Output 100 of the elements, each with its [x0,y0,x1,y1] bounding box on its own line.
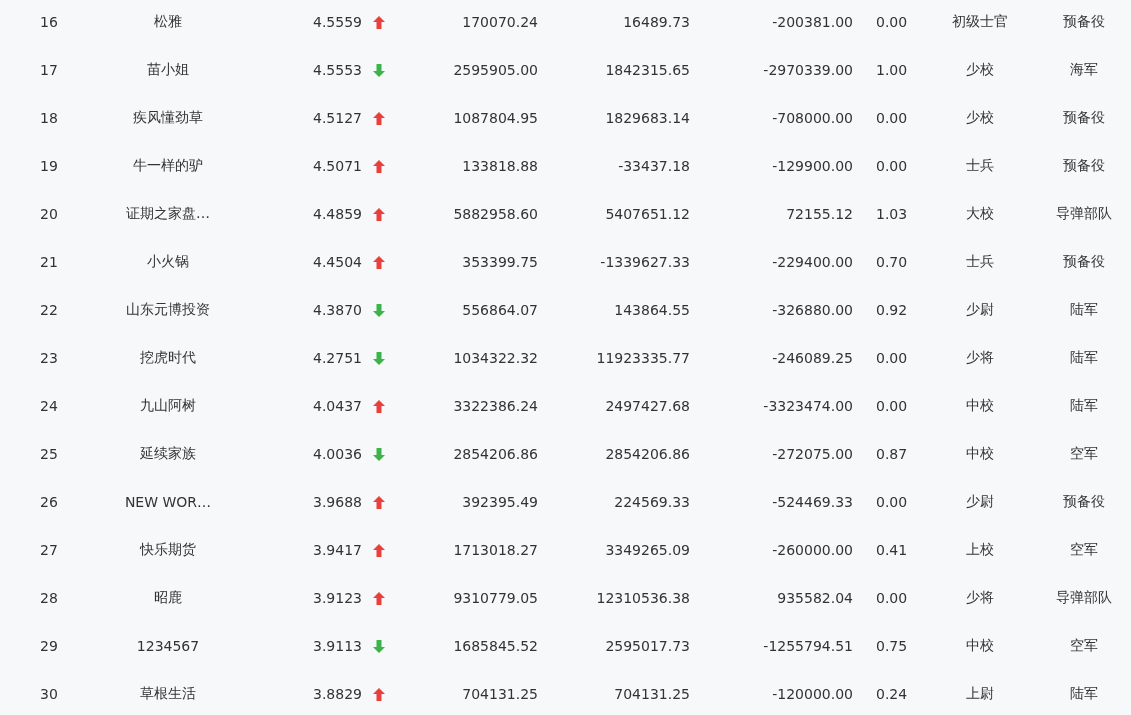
table-cell-text: 26 [39,494,59,510]
table-cell-text: 陆军 [1068,685,1099,703]
table-cell-text: 士兵 [965,253,995,271]
table-cell-text: 松雅 [153,13,183,31]
table-cell-text: 28 [39,590,59,606]
table-cell-text: 2595017.73 [604,638,691,654]
table-cell-text: 29 [39,638,59,654]
table-cell-text: 1842315.65 [604,62,691,78]
table-cell-text: 25 [39,446,59,462]
table-cell-text: 935582.04 [776,590,854,606]
table-cell-text: 704131.25 [613,686,691,702]
table-cell: 4.4504 [313,254,362,270]
table-cell-text: 海军 [1068,61,1099,79]
table-cell-text: 陆军 [1068,349,1099,367]
table-cell-text: 初级士官 [951,13,1009,31]
table-cell-text: -1339627.33 [599,254,691,270]
table-cell-text: -200381.00 [771,14,854,30]
table-cell-text: 0.00 [875,14,909,30]
table-cell-text: NEW WOR… [123,494,213,510]
table-cell-text: 170070.24 [461,14,539,30]
table-cell-text: 1034322.32 [452,350,539,366]
table-cell-text: 0.00 [875,158,909,174]
table-cell-text: 少尉 [965,493,995,511]
table-cell-text: 0.87 [875,446,909,462]
table-cell-text: 27 [39,542,59,558]
table-cell-text: 3349265.09 [604,542,691,558]
table-cell-text: 0.00 [875,110,909,126]
table-cell-text: 0.00 [875,350,909,366]
table-cell-text: 小火锅 [146,253,190,271]
table-cell-text: 30 [39,686,59,702]
table-cell-text: 353399.75 [461,254,539,270]
table-cell-text: 大校 [965,205,995,223]
table-cell-text: 0.00 [875,590,909,606]
table-cell-text: 少将 [965,589,995,607]
table-cell-text: 1829683.14 [604,110,691,126]
table-cell: 3.8829 [313,686,362,702]
table-cell-text: 牛一样的驴 [132,157,204,175]
table-cell-text: -33437.18 [617,158,691,174]
table-cell-text: 5407651.12 [604,206,691,222]
table-cell-text: 1.03 [875,206,909,222]
table-cell-text: -229400.00 [771,254,854,270]
table-cell-text: 少将 [965,349,995,367]
table-cell-text: 证期之家盘… [125,205,211,223]
table-cell-text: 上尉 [965,685,995,703]
table-cell-text: 空军 [1068,637,1099,655]
table-cell-text: 少校 [965,61,995,79]
table-cell-text: 133818.88 [461,158,539,174]
table-cell: 4.5127 [313,110,362,126]
table-cell-text: 19 [39,158,59,174]
table-cell-text: -260000.00 [771,542,854,558]
table-cell-text: 0.70 [875,254,909,270]
table-cell-text: 11923335.77 [595,350,691,366]
table-cell-text: 陆军 [1068,397,1099,415]
table-cell: 4.5559 [313,14,362,30]
table-cell-text: 挖虎时代 [139,349,197,367]
table-cell-text: 3322386.24 [452,398,539,414]
table-cell: 4.3870 [313,302,362,318]
table-cell-text: 0.00 [875,494,909,510]
table-cell-text: 0.24 [875,686,909,702]
table-cell-text: 0.00 [875,398,909,414]
table-cell-text: -2970339.00 [762,62,854,78]
table-cell-text: 疾风懂劲草 [132,109,204,127]
table-cell-text: -3323474.00 [762,398,854,414]
table-cell-text: -326880.00 [771,302,854,318]
table-cell-text: 0.75 [875,638,909,654]
table-cell-text: 143864.55 [613,302,691,318]
table-cell-text: 2497427.68 [604,398,691,414]
table-cell: 4.5553 [313,62,362,78]
table-cell-text: 昭鹿 [153,589,183,607]
table-cell-text: 快乐期货 [138,541,197,559]
table-cell-text: 12310536.38 [595,590,691,606]
table-cell-text: 17 [39,62,59,78]
table-cell-text: 延续家族 [139,445,197,463]
table-cell-text: 导弹部队 [1054,205,1113,223]
table-cell-text: 0.92 [875,302,909,318]
table-cell-text: 预备役 [1061,493,1106,511]
table-cell-text: 九山阿树 [139,397,197,415]
table-cell-text: 导弹部队 [1054,589,1113,607]
table-cell-text: 23 [39,350,59,366]
table-cell-text: 士兵 [965,157,995,175]
table-cell-text: 苗小姐 [146,61,190,79]
table-cell: 4.2751 [313,350,362,366]
table-cell-text: -246089.25 [771,350,854,366]
table-cell-text: 山东元博投资 [125,301,211,319]
table-cell-text: 陆军 [1068,301,1099,319]
table-cell-text: 预备役 [1061,157,1106,175]
table-cell-text: -120000.00 [771,686,854,702]
table-cell-text: 中校 [965,397,995,415]
table-cell-text: 预备役 [1061,253,1106,271]
table-cell: 4.4859 [313,206,362,222]
table-cell-text: 16489.73 [622,14,691,30]
table-cell-text: 0.41 [875,542,909,558]
table-cell-text: -1255794.51 [762,638,854,654]
table-cell-text: 2595905.00 [452,62,539,78]
table-cell-text: 中校 [965,637,995,655]
table-cell-text: 392395.49 [461,494,539,510]
table-cell: 3.9417 [313,542,362,558]
table-cell-text: 18 [39,110,59,126]
table-cell: 4.5071 [313,158,362,174]
table-cell: 4.0437 [313,398,362,414]
